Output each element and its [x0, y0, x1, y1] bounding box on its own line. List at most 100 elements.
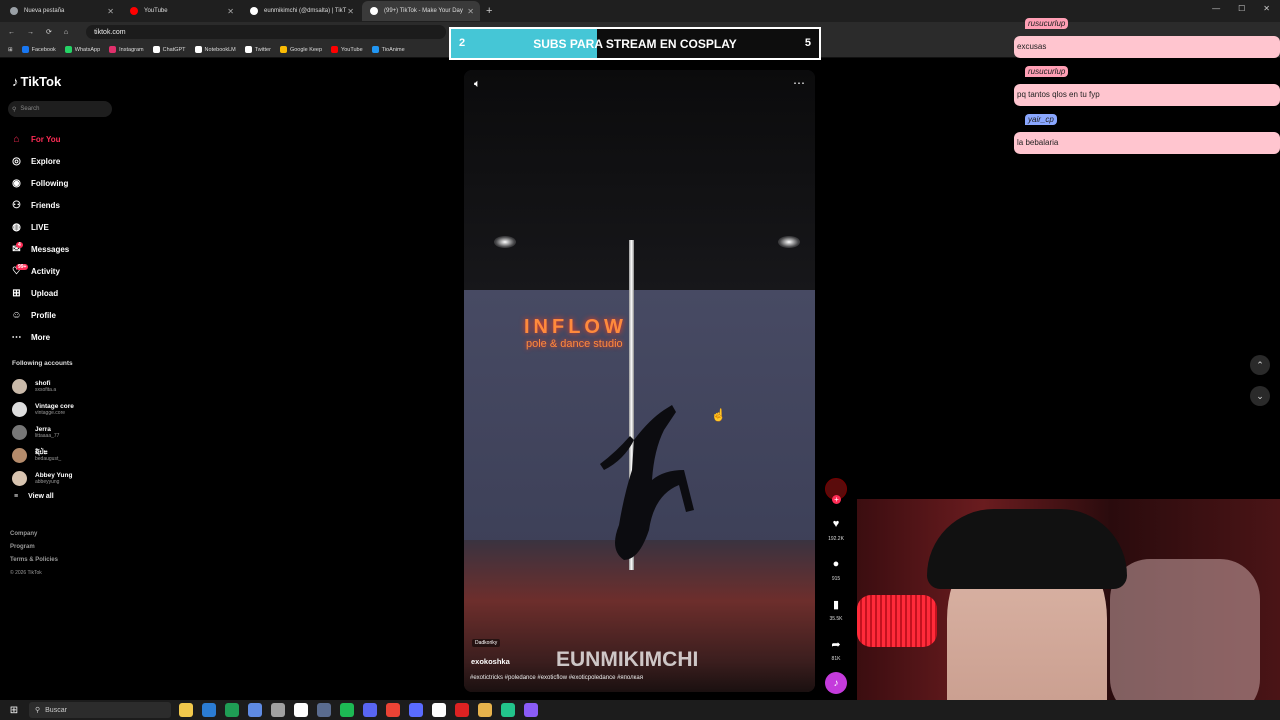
bookmark-item[interactable]: YouTube — [331, 46, 363, 53]
search-input[interactable]: ⚲ Search — [8, 101, 112, 117]
nav-item-following[interactable]: ◉ Following — [10, 172, 69, 194]
nav-item-messages[interactable]: ✉ 4 Messages — [10, 238, 69, 260]
taskbar-app-icon[interactable] — [455, 703, 469, 717]
sidebar-footer: Company Program Terms & Policies © 2026 … — [10, 528, 58, 580]
browser-tab[interactable]: YouTube ✕ — [122, 1, 240, 21]
taskbar-app-icon[interactable] — [524, 703, 538, 717]
taskbar-app-icon[interactable] — [478, 703, 492, 717]
bookmark-icon[interactable]: ▮ — [826, 594, 846, 614]
microphone — [857, 595, 937, 647]
browser-tab[interactable]: (99+) TikTok - Make Your Day ✕ — [362, 1, 480, 21]
nav-label: Friends — [31, 200, 60, 210]
bookmark-favicon-icon — [244, 46, 252, 53]
following-account[interactable]: Abbey Yung abbeyyung — [12, 467, 74, 490]
close-tab-icon[interactable]: ✕ — [227, 7, 234, 16]
avatar — [12, 471, 27, 486]
nav-item-explore[interactable]: ◎ Explore — [10, 150, 69, 172]
url-field[interactable]: tiktok.com — [86, 25, 447, 39]
account-handle: bedaugust_ — [35, 456, 62, 462]
taskbar-app-icon[interactable] — [340, 703, 354, 717]
minimize-icon[interactable]: — — [1212, 4, 1220, 13]
chevron-up-icon[interactable]: ⌃ — [1250, 355, 1270, 375]
heart-icon[interactable]: ♥ — [826, 514, 846, 534]
following-account[interactable]: Jerra littaaaa_77 — [12, 421, 74, 444]
footer-link-company[interactable]: Company — [10, 528, 58, 541]
taskbar-app-icon[interactable] — [317, 703, 331, 717]
volume-icon[interactable]: 🔈︎ — [474, 78, 481, 91]
reload-icon[interactable]: ⟳ — [46, 28, 52, 36]
browser-tab[interactable]: Nueva pestaña ✕ — [2, 1, 120, 21]
start-menu-icon[interactable]: ⊞ — [5, 701, 23, 719]
taskbar-app-icon[interactable] — [432, 703, 446, 717]
tiktok-logo[interactable]: ♪ TikTok — [12, 74, 61, 89]
music-disc-icon[interactable]: ♪ — [825, 672, 847, 694]
taskbar-app-icon[interactable] — [501, 703, 515, 717]
bookmark-item[interactable]: Twitter — [244, 46, 271, 53]
bookmark-item[interactable]: TioAnime — [371, 46, 405, 53]
close-window-icon[interactable]: ✕ — [1263, 4, 1270, 13]
home-browser-icon[interactable]: ⌂ — [64, 29, 68, 36]
nav-item-upload[interactable]: ⊞ Upload — [10, 282, 69, 304]
nav-item-for-you[interactable]: ⌂ For You — [10, 128, 69, 150]
bookmark-item[interactable]: WhatsApp — [64, 46, 100, 53]
new-tab-button[interactable]: + — [486, 5, 492, 17]
bookmark-item[interactable]: Instagram — [109, 46, 144, 53]
comment-action[interactable]: ● 915 — [823, 554, 849, 582]
bookmark-favicon-icon — [279, 46, 287, 53]
maximize-icon[interactable]: ☐ — [1238, 4, 1245, 13]
following-account[interactable]: Vintage core vintagge.core — [12, 398, 74, 421]
creator-avatar[interactable]: + — [825, 478, 847, 504]
close-tab-icon[interactable]: ✕ — [107, 7, 114, 16]
nav-label: Profile — [31, 310, 56, 320]
nav-item-friends[interactable]: ⚇ Friends — [10, 194, 69, 216]
apps-icon[interactable]: ⊞ — [8, 47, 13, 53]
nav-item-live[interactable]: ◍ LIVE — [10, 216, 69, 238]
video-player[interactable]: INFLOW pole & dance studio 🔈︎ ⋯ Dadkorik… — [464, 70, 815, 692]
close-tab-icon[interactable]: ✕ — [467, 7, 474, 16]
share-icon[interactable]: ➦ — [826, 634, 846, 654]
taskbar-app-icon[interactable] — [225, 703, 239, 717]
taskbar-app-icon[interactable] — [179, 703, 193, 717]
nav-item-more[interactable]: ⋯ More — [10, 326, 69, 348]
footer-link-program[interactable]: Program — [10, 541, 58, 554]
share-count: 81K — [831, 656, 841, 662]
like-action[interactable]: ♥ 192.2K — [823, 514, 849, 542]
taskbar-app-icon[interactable] — [294, 703, 308, 717]
account-handle: sxsofita.a — [35, 387, 57, 393]
more-options-icon[interactable]: ⋯ — [793, 76, 805, 90]
bookmark-item[interactable]: ChatGPT — [152, 46, 186, 53]
follow-plus-icon[interactable]: + — [832, 495, 841, 504]
back-icon[interactable]: ← — [8, 29, 15, 36]
chevron-down-icon[interactable]: ⌄ — [1250, 386, 1270, 406]
share-action[interactable]: ➦ 81K — [823, 634, 849, 663]
taskbar-app-icon[interactable] — [202, 703, 216, 717]
nav-item-activity[interactable]: ♡ 99+ Activity — [10, 260, 69, 282]
video-author[interactable]: exokoshka — [471, 657, 510, 666]
nav-item-profile[interactable]: ☺ Profile — [10, 304, 69, 326]
bookmark-item[interactable]: Google Keep — [279, 46, 322, 53]
video-actions: + ♥ 192.2K ● 915 ▮ 35.5K ➦ 81K ♪ — [823, 478, 849, 694]
view-all-button[interactable]: ≡ View all — [14, 493, 74, 500]
following-account[interactable]: shofi sxsofita.a — [12, 375, 74, 398]
taskbar-app-icon[interactable] — [409, 703, 423, 717]
taskbar-app-icon[interactable] — [386, 703, 400, 717]
chat-text: la bebalaria — [1014, 132, 1280, 154]
nav-badge: 4 — [16, 242, 23, 248]
forward-icon[interactable]: → — [27, 29, 34, 36]
taskbar-app-icon[interactable] — [271, 703, 285, 717]
taskbar-app-icon[interactable] — [248, 703, 262, 717]
comment-icon[interactable]: ● — [826, 554, 846, 574]
save-action[interactable]: ▮ 35.5K — [823, 594, 849, 623]
browser-tab[interactable]: eunmikimchi (@dmsalta) | TikT ✕ — [242, 1, 360, 21]
bookmark-item[interactable]: NotebookLM — [194, 46, 236, 53]
taskbar-search[interactable]: ⚲ Buscar — [29, 702, 171, 718]
close-tab-icon[interactable]: ✕ — [347, 7, 354, 16]
following-account[interactable]: ຊ໌ປ່ະ bedaugust_ — [12, 444, 74, 467]
creator-tag[interactable]: Dadkoriky — [472, 639, 501, 647]
taskbar-search-placeholder: Buscar — [45, 706, 67, 714]
bookmark-item[interactable]: Facebook — [21, 46, 56, 53]
footer-link-terms[interactable]: Terms & Policies — [10, 554, 58, 567]
taskbar-app-icon[interactable] — [363, 703, 377, 717]
account-handle: littaaaa_77 — [35, 433, 60, 439]
avatar — [12, 425, 27, 440]
